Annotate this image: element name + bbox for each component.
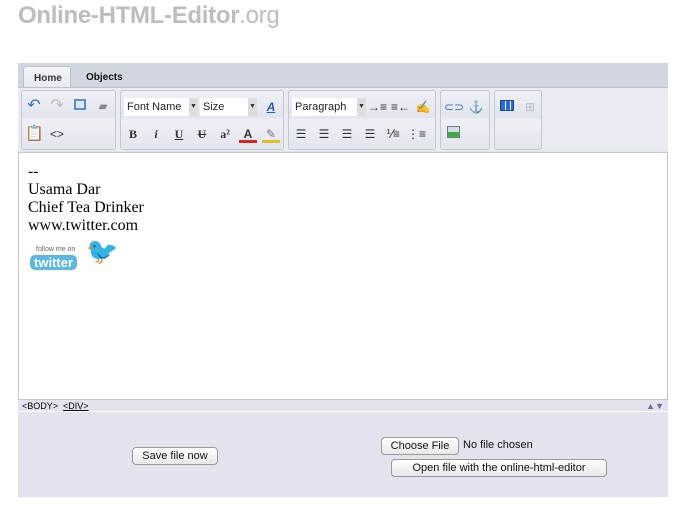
link-icon[interactable]: ⊂⊃	[444, 98, 464, 116]
eraser-icon[interactable]: ▰	[94, 97, 112, 115]
table-group: ⊞	[494, 90, 542, 150]
open-file-button[interactable]: Open file with the online-html-editor	[391, 459, 607, 477]
paragraph-select[interactable]: Paragraph ▼	[292, 98, 366, 116]
edit-group: ↶ ↷ ▰ 📋 <>	[21, 90, 116, 150]
superscript-icon[interactable]: a²	[216, 125, 234, 143]
align-center-icon[interactable]: ☰	[315, 125, 333, 143]
indent-icon[interactable]: →≡	[368, 98, 387, 116]
unordered-list-icon[interactable]: ⋮≡	[407, 125, 426, 143]
outdent-icon[interactable]: ≡←	[391, 98, 410, 116]
editor-panel: Home Objects ↶ ↷ ▰ 📋 <> Font Name ▼ Size ▼…	[18, 63, 668, 497]
toolbar: ↶ ↷ ▰ 📋 <> Font Name ▼ Size ▼ A B i U U a²…	[18, 87, 668, 151]
underline-icon[interactable]: U	[170, 125, 188, 143]
select-all-icon[interactable]	[71, 97, 89, 115]
status-bar: <BODY> <DIV> ▲▼	[18, 400, 668, 412]
ordered-list-icon[interactable]: ⅟≡	[384, 125, 402, 143]
italic-icon[interactable]: i	[147, 125, 165, 143]
image-icon[interactable]	[444, 125, 462, 143]
font-color-icon[interactable]: A	[239, 125, 257, 143]
resize-arrows-icon[interactable]: ▲▼	[646, 400, 664, 412]
content-line: --	[28, 163, 39, 180]
paragraph-group: Paragraph ▼ →≡ ≡← ✍ ☰ ☰ ☰ ☰ ⅟≡ ⋮≡	[288, 90, 436, 150]
content-line: Usama Dar	[28, 181, 101, 198]
paste-icon[interactable]: 📋	[25, 125, 44, 143]
edit-style-icon[interactable]: ✍	[414, 98, 432, 116]
link-group: ⊂⊃ ⚓	[440, 90, 490, 150]
table-icon[interactable]	[498, 98, 516, 116]
editor-content[interactable]: -- Usama Dar Chief Tea Drinker www.twitt…	[18, 152, 668, 400]
breadcrumb-body[interactable]: <BODY>	[22, 401, 58, 411]
redo-icon[interactable]: ↷	[48, 97, 66, 115]
align-left-icon[interactable]: ☰	[292, 125, 310, 143]
content-line: www.twitter.com	[28, 217, 139, 234]
anchor-icon[interactable]: ⚓	[467, 98, 485, 116]
font-size-select[interactable]: Size ▼	[200, 98, 257, 116]
justify-icon[interactable]: ☰	[361, 125, 379, 143]
align-right-icon[interactable]: ☰	[338, 125, 356, 143]
highlight-icon[interactable]: ✎	[262, 125, 280, 143]
twitter-badge-image: follow me on twitter 🐦	[28, 237, 128, 279]
font-name-select[interactable]: Font Name ▼	[124, 98, 198, 116]
font-group: Font Name ▼ Size ▼ A B i U U a² A ✎	[120, 90, 284, 150]
bird-icon: 🐦	[86, 237, 119, 266]
undo-icon[interactable]: ↶	[25, 97, 43, 115]
tab-objects[interactable]: Objects	[76, 66, 133, 87]
tab-home[interactable]: Home	[23, 66, 71, 87]
site-logo: Online-HTML-Editor.org	[18, 2, 280, 29]
tab-bar: Home Objects	[18, 63, 668, 87]
table-edit-icon[interactable]: ⊞	[521, 98, 539, 116]
strikethrough-icon[interactable]: U	[193, 125, 211, 143]
content-line: Chief Tea Drinker	[28, 199, 144, 216]
file-status: No file chosen	[463, 439, 533, 451]
bold-icon[interactable]: B	[124, 125, 142, 143]
choose-file-button[interactable]: Choose File	[381, 437, 459, 455]
source-icon[interactable]: <>	[48, 125, 66, 143]
breadcrumb-div[interactable]: <DIV>	[63, 401, 89, 411]
font-style-icon[interactable]: A	[262, 98, 280, 116]
save-file-button[interactable]: Save file now	[132, 447, 218, 465]
